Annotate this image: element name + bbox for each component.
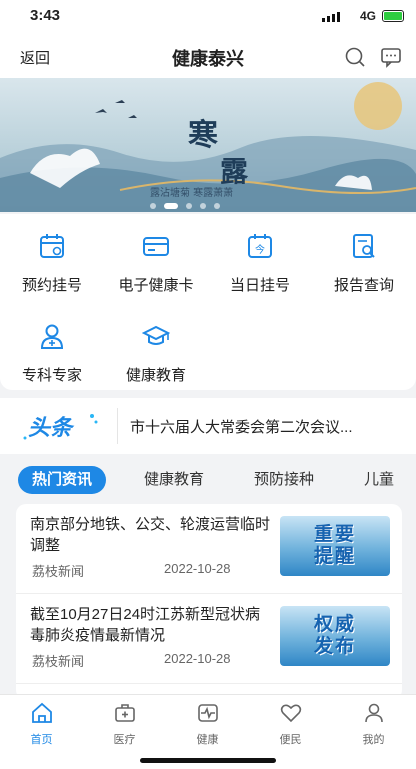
thumb-text-2: 发布 [313, 636, 356, 657]
search-icon[interactable] [344, 46, 366, 68]
back-button[interactable]: 返回 [20, 47, 50, 68]
news-source: 荔枝新闻 [32, 654, 85, 669]
quick-item-label: 当日挂号 [229, 277, 290, 294]
tabbar-health[interactable]: 健康 [166, 701, 249, 747]
divider [117, 408, 118, 444]
news-source: 荔枝新闻 [32, 564, 85, 579]
news-tabs: 热门资讯 健康教育 预防接种 儿童 [0, 462, 416, 498]
calendar-icon [40, 234, 64, 258]
banner-carousel[interactable]: 寒 露 露沾塘菊 寒露萧萧 [0, 78, 416, 212]
quick-item-label: 预约挂号 [21, 277, 82, 294]
network-type: 4G [359, 9, 376, 23]
news-thumbnail: 重要 提醒 [280, 516, 390, 576]
medical-kit-icon [114, 704, 135, 722]
tab-hot-news[interactable]: 热门资讯 [18, 466, 107, 494]
user-icon [364, 703, 383, 723]
tabbar-label: 便民 [279, 734, 302, 746]
tabbar-label: 我的 [362, 734, 385, 746]
thumb-text-1: 权威 [313, 614, 356, 635]
quick-item-same-day[interactable]: 今 当日挂号 [208, 232, 312, 295]
news-date: 2022-10-28 [164, 561, 231, 576]
quick-item-appointment[interactable]: 预约挂号 [0, 232, 104, 295]
message-icon[interactable] [380, 46, 402, 68]
status-bar: 3:43 4G [0, 0, 416, 34]
news-list: 南京部分地铁、公交、轮渡运营临时调整 荔枝新闻 2022-10-28 重要 提醒… [16, 504, 402, 700]
tabbar-label: 医疗 [113, 734, 136, 746]
tabbar-medical[interactable]: 医疗 [83, 701, 166, 747]
news-item[interactable]: 截至10月27日24时江苏新型冠状病毒肺炎疫情最新情况 荔枝新闻 2022-10… [16, 594, 402, 684]
quick-service-grid: 预约挂号 电子健康卡 今 当日挂号 报告查询 专科专家 健康教育 [0, 214, 416, 390]
report-search-icon [353, 234, 375, 258]
news-title: 南京部分地铁、公交、轮渡运营临时调整 [30, 516, 271, 554]
banner-title-1: 寒 [188, 118, 220, 153]
news-thumbnail: 权威 发布 [280, 606, 390, 666]
banner-caption: 露沾塘菊 寒露萧萧 [150, 188, 234, 199]
headline-ticker[interactable]: 头条 市十六届人大常委会第二次会议... [0, 398, 416, 454]
today-calendar-icon: 今 [248, 234, 272, 258]
card-icon [143, 237, 169, 256]
quick-item-label: 健康教育 [125, 367, 186, 384]
status-time: 3:43 [30, 7, 61, 24]
tabbar-label: 健康 [196, 734, 219, 746]
tabbar-mine[interactable]: 我的 [332, 701, 415, 747]
nav-bar: 返回 健康泰兴 [0, 34, 416, 78]
quick-item-label: 报告查询 [333, 277, 394, 294]
thumb-text-2: 提醒 [313, 546, 356, 567]
home-icon [31, 702, 52, 723]
headline-text[interactable]: 市十六届人大常委会第二次会议... [130, 416, 410, 437]
svg-text:今: 今 [255, 243, 265, 256]
news-item[interactable]: 南京部分地铁、公交、轮渡运营临时调整 荔枝新闻 2022-10-28 重要 提醒 [16, 504, 402, 594]
thumb-text-1: 重要 [313, 524, 356, 545]
quick-item-health-card[interactable]: 电子健康卡 [104, 232, 208, 295]
heart-hand-icon [280, 704, 301, 723]
headline-logo-text: 头条 [28, 416, 75, 441]
tab-children[interactable]: 儿童 [364, 466, 394, 494]
tab-health-education[interactable]: 健康教育 [144, 466, 204, 494]
headline-logo: 头条 [23, 414, 98, 441]
battery-icon [382, 10, 404, 22]
quick-item-specialist[interactable]: 专科专家 [0, 322, 104, 385]
tabbar-services[interactable]: 便民 [249, 701, 332, 747]
tabbar-home[interactable]: 首页 [0, 701, 83, 747]
cellular-signal-icon [322, 12, 340, 22]
heartbeat-icon [197, 704, 218, 722]
home-indicator [140, 758, 276, 763]
news-title: 截至10月27日24时江苏新型冠状病毒肺炎疫情最新情况 [30, 606, 261, 644]
carousel-indicator [150, 203, 220, 209]
tabbar-label: 首页 [30, 734, 53, 746]
doctor-icon [40, 324, 64, 349]
quick-item-label: 电子健康卡 [118, 277, 194, 294]
quick-item-education[interactable]: 健康教育 [104, 322, 208, 385]
graduation-cap-icon [141, 325, 171, 345]
quick-item-report[interactable]: 报告查询 [312, 232, 416, 295]
quick-item-label: 专科专家 [21, 367, 82, 384]
news-date: 2022-10-28 [164, 651, 231, 666]
tab-vaccination[interactable]: 预防接种 [254, 466, 314, 494]
